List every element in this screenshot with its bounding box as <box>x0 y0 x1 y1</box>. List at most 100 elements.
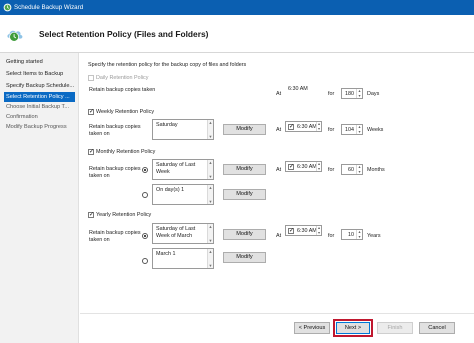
monthly-option1-listbox[interactable]: Saturday of Last Week ▲ ▼ <box>152 159 214 180</box>
yearly-at-label: At <box>276 233 282 239</box>
step-retention-policy[interactable]: Select Retention Policy ... <box>4 92 75 102</box>
daily-count-spinner[interactable]: 180 ▲ ▼ <box>341 88 363 99</box>
yearly-time-checkbox[interactable] <box>288 227 294 235</box>
scroll-down-icon[interactable]: ▼ <box>208 263 213 268</box>
monthly-modify-button-1[interactable]: Modify <box>223 164 266 175</box>
monthly-policy-label: Monthly Retention Policy <box>96 149 156 155</box>
step-initial-backup-type[interactable]: Choose Initial Backup T... <box>4 102 75 112</box>
monthly-option1-value: Saturday of Last Week <box>156 162 196 175</box>
yearly-option1-radio[interactable] <box>142 233 148 239</box>
monthly-option2-listbox[interactable]: On day(s) 1 ▲ ▼ <box>152 184 214 205</box>
yearly-count-value: 10 <box>348 232 354 238</box>
yearly-option1-listbox[interactable]: Saturday of Last Week of March ▲ ▼ <box>152 223 214 244</box>
monthly-for-label: for <box>328 167 335 173</box>
scroll-up-icon[interactable]: ▲ <box>208 120 213 125</box>
scroll-down-icon[interactable]: ▼ <box>208 174 213 179</box>
step-confirmation[interactable]: Confirmation <box>4 112 75 122</box>
backup-clock-icon <box>7 30 23 42</box>
yearly-time-value: 6:30 AM <box>297 228 317 234</box>
daily-at-label: At <box>276 91 282 97</box>
yearly-count-spinner[interactable]: 10 ▲ ▼ <box>341 229 363 240</box>
weekly-time-value: 6:30 AM <box>297 124 317 130</box>
spin-arrows-icon[interactable]: ▲ ▼ <box>316 162 321 171</box>
monthly-time-value: 6:30 AM <box>297 164 317 170</box>
spin-arrows-icon[interactable]: ▲ ▼ <box>356 230 362 239</box>
monthly-time-picker[interactable]: 6:30 AM ▲▼ <box>285 161 322 172</box>
page-title: Select Retention Policy (Files and Folde… <box>39 29 209 39</box>
daily-count-value: 180 <box>345 91 354 97</box>
scroll-down-icon[interactable]: ▼ <box>208 238 213 243</box>
monthly-policy-checkbox[interactable] <box>88 148 94 156</box>
step-getting-started[interactable]: Getting started <box>4 57 75 67</box>
yearly-unit-label: Years <box>367 233 381 239</box>
weekly-count-spinner[interactable]: 104 ▲ ▼ <box>341 124 363 135</box>
monthly-at-label: At <box>276 167 282 173</box>
weekly-policy-checkbox[interactable] <box>88 108 94 116</box>
scrollbar[interactable]: ▲ ▼ <box>207 249 213 268</box>
backup-wizard-icon <box>3 3 12 12</box>
retention-policy-panel: Specify the retention policy for the bac… <box>80 53 474 343</box>
weekly-day-listbox[interactable]: Saturday ▲ ▼ <box>152 119 214 140</box>
weekly-for-label: for <box>328 127 335 133</box>
weekly-unit-label: Weeks <box>367 127 384 133</box>
yearly-retain-label: Retain backup copies taken on <box>89 230 141 243</box>
scroll-up-icon[interactable]: ▲ <box>208 160 213 165</box>
spin-arrows-icon[interactable]: ▲ ▼ <box>316 122 321 131</box>
daily-policy-checkbox[interactable] <box>88 75 94 81</box>
scrollbar[interactable]: ▲ ▼ <box>207 224 213 243</box>
spin-arrows-icon[interactable]: ▲ ▼ <box>356 165 362 174</box>
weekly-at-label: At <box>276 127 282 133</box>
window-title: Schedule Backup Wizard <box>14 4 84 11</box>
next-button-highlight <box>333 319 373 337</box>
yearly-option2-listbox[interactable]: March 1 ▲ ▼ <box>152 248 214 269</box>
step-backup-schedule[interactable]: Specify Backup Schedule... <box>4 81 75 91</box>
monthly-count-spinner[interactable]: 60 ▲ ▼ <box>341 164 363 175</box>
weekly-time-checkbox[interactable] <box>288 123 294 131</box>
yearly-policy-label: Yearly Retention Policy <box>96 212 152 218</box>
spin-arrows-icon[interactable]: ▲ ▼ <box>356 89 362 98</box>
monthly-count-value: 60 <box>348 167 354 173</box>
yearly-modify-button-2[interactable]: Modify <box>223 252 266 263</box>
weekly-policy-label: Weekly Retention Policy <box>96 109 155 115</box>
yearly-for-label: for <box>328 233 335 239</box>
cancel-button[interactable]: Cancel <box>419 322 455 334</box>
yearly-policy-checkbox[interactable] <box>88 211 94 219</box>
monthly-retain-label: Retain backup copies taken on <box>89 166 141 179</box>
weekly-modify-button[interactable]: Modify <box>223 124 266 135</box>
finish-button[interactable]: Finish <box>377 322 413 334</box>
step-select-items[interactable]: Select Items to Backup <box>4 69 75 79</box>
monthly-modify-button-2[interactable]: Modify <box>223 189 266 200</box>
daily-for-label: for <box>328 91 335 97</box>
daily-unit-label: Days <box>367 91 380 97</box>
daily-retain-label: Retain backup copies taken <box>89 87 156 93</box>
weekly-count-value: 104 <box>345 127 354 133</box>
scroll-down-icon[interactable]: ▼ <box>208 199 213 204</box>
title-bar: Schedule Backup Wizard <box>0 0 474 15</box>
monthly-time-checkbox[interactable] <box>288 163 294 171</box>
weekly-time-picker[interactable]: 6:30 AM ▲▼ <box>285 121 322 132</box>
wizard-header: Select Retention Policy (Files and Folde… <box>0 15 474 53</box>
scroll-up-icon[interactable]: ▲ <box>208 185 213 190</box>
intro-text: Specify the retention policy for the bac… <box>88 62 247 68</box>
monthly-unit-label: Months <box>367 167 385 173</box>
yearly-modify-button-1[interactable]: Modify <box>223 229 266 240</box>
daily-policy-label: Daily Retention Policy <box>96 75 149 81</box>
scrollbar[interactable]: ▲ ▼ <box>207 160 213 179</box>
yearly-time-picker[interactable]: 6:30 AM ▲▼ <box>285 225 322 236</box>
scroll-up-icon[interactable]: ▲ <box>208 249 213 254</box>
daily-time-value: 6:30 AM <box>288 86 308 92</box>
monthly-option2-value: On day(s) 1 <box>156 187 185 193</box>
monthly-option2-radio[interactable] <box>142 192 148 198</box>
spin-arrows-icon[interactable]: ▲ ▼ <box>356 125 362 134</box>
scrollbar[interactable]: ▲ ▼ <box>207 185 213 204</box>
scroll-down-icon[interactable]: ▼ <box>208 134 213 139</box>
previous-button[interactable]: < Previous <box>294 322 330 334</box>
monthly-option1-radio[interactable] <box>142 167 148 173</box>
yearly-option1-value: Saturday of Last Week of March <box>156 226 196 239</box>
spin-arrows-icon[interactable]: ▲ ▼ <box>316 226 321 235</box>
yearly-option2-radio[interactable] <box>142 258 148 264</box>
scrollbar[interactable]: ▲ ▼ <box>207 120 213 139</box>
step-modify-backup-progress[interactable]: Modify Backup Progress <box>4 122 75 132</box>
footer-divider <box>80 313 474 314</box>
scroll-up-icon[interactable]: ▲ <box>208 224 213 229</box>
